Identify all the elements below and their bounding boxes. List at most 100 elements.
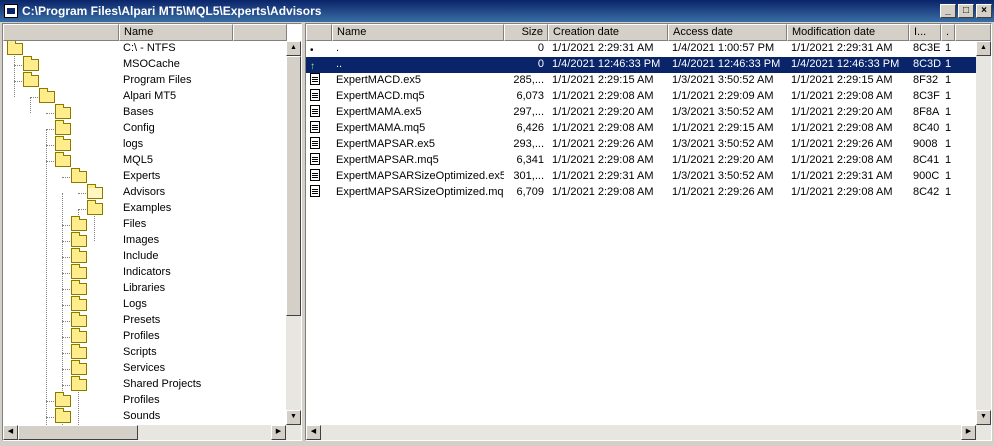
tree-header-blank[interactable] (3, 24, 119, 41)
title-bar[interactable]: C:\Program Files\Alpari MT5\MQL5\Experts… (0, 0, 994, 22)
files-scroll-right-icon[interactable]: ▶ (961, 425, 976, 440)
file-accessed: 1/4/2021 1:00:57 PM (672, 42, 775, 54)
folder-icon (71, 232, 87, 247)
file-row[interactable]: ExpertMAPSARSizeOptimized.ex5 301,... 1/1/… (306, 169, 976, 185)
col-creation-date[interactable]: Creation date (548, 24, 668, 41)
file-row[interactable]: ↑.. 0 1/4/2021 12:46:33 PM 1/4/2021 12:46:3… (306, 57, 976, 73)
tree-vertical-scrollbar[interactable]: ▲ ▼ (286, 41, 301, 425)
scroll-down-icon[interactable]: ▼ (286, 410, 301, 425)
tree-item[interactable]: Images (3, 232, 287, 249)
tree-item[interactable]: C:\ - NTFS (3, 41, 287, 57)
tree-branch-line (62, 369, 70, 370)
folder-icon (71, 328, 87, 343)
file-row[interactable]: ExpertMACD.mq5 6,073 1/1/2021 2:29:08 AM 1/… (306, 89, 976, 105)
file-size: 297,... (513, 106, 544, 118)
folder-icon (23, 56, 39, 71)
h-scroll-thumb[interactable] (18, 425, 138, 440)
tree-item[interactable]: Shared Projects (3, 376, 287, 393)
tree-branch-line (62, 289, 70, 290)
folder-icon (71, 344, 87, 359)
tree-header-extra[interactable] (233, 24, 287, 41)
tree-item[interactable]: Profiles (3, 328, 287, 345)
tree-item[interactable]: Libraries (3, 280, 287, 297)
col-size[interactable]: Size (504, 24, 548, 41)
tree-item[interactable]: Indicators (3, 264, 287, 281)
file-name: . (336, 42, 340, 54)
tree-branch-line (62, 337, 70, 338)
tree-header: Name (3, 24, 287, 41)
file-id: 8C3F (913, 90, 940, 102)
tree-item[interactable]: Sounds (3, 408, 287, 425)
tree-branch-line (62, 241, 70, 242)
tree-horizontal-scrollbar[interactable]: ◀ ▶ (3, 425, 301, 440)
tree-item[interactable]: MQL5 (3, 152, 287, 169)
folder-icon (55, 136, 71, 151)
files-horizontal-scrollbar[interactable]: ◀ ▶ (306, 425, 991, 440)
maximize-button[interactable]: □ (958, 4, 974, 18)
tree-item[interactable]: Advisors (3, 184, 287, 201)
minimize-button[interactable]: _ (940, 4, 956, 18)
tree-item[interactable]: Examples (3, 200, 287, 217)
tree-item[interactable]: Logs (3, 296, 287, 313)
tree-item[interactable]: Profiles (3, 392, 287, 409)
tree-item[interactable]: Files (3, 216, 287, 233)
tree-item[interactable]: MSOCache (3, 56, 287, 73)
scroll-thumb[interactable] (286, 56, 301, 316)
col-index[interactable]: I... (909, 24, 941, 41)
scroll-up-icon[interactable]: ▲ (286, 41, 301, 56)
file-row[interactable]: ExpertMAMA.mq5 6,426 1/1/2021 2:29:08 AM 1/… (306, 121, 976, 137)
tree-header-name[interactable]: Name (119, 24, 233, 41)
tree-item[interactable]: Services (3, 360, 287, 377)
tree-item-label: logs (123, 138, 144, 150)
file-row[interactable]: ExpertMAMA.ex5 297,... 1/1/2021 2:29:20 AM… (306, 105, 976, 121)
tree-item[interactable]: Bases (3, 104, 287, 121)
file-modified: 1/1/2021 2:29:08 AM (791, 90, 893, 102)
file-accessed: 1/4/2021 12:46:33 PM (672, 58, 781, 70)
tree-branch-line (78, 193, 86, 194)
col-icon[interactable] (306, 24, 332, 41)
close-button[interactable]: × (976, 4, 992, 18)
tree-item[interactable]: Presets (3, 312, 287, 329)
files-scroll-down-icon[interactable]: ▼ (976, 410, 991, 425)
tree-item-label: Indicators (123, 266, 171, 278)
files-vertical-scrollbar[interactable]: ▲ ▼ (976, 41, 991, 425)
col-flag[interactable]: . (941, 24, 955, 41)
tree-branch-line (46, 113, 54, 114)
tree-branch-line (78, 209, 86, 210)
file-flag: 1 (945, 122, 952, 134)
file-row[interactable]: ExpertMAPSAR.ex5 293,... 1/1/2021 2:29:26 … (306, 137, 976, 153)
file-name: ExpertMAPSARSizeOptimized.mq5 (336, 186, 504, 198)
col-modification-date[interactable]: Modification date (787, 24, 909, 41)
file-created: 1/1/2021 2:29:31 AM (552, 42, 654, 54)
tree-item[interactable]: Scripts (3, 344, 287, 361)
files-scroll-up-icon[interactable]: ▲ (976, 41, 991, 56)
file-created: 1/1/2021 2:29:08 AM (552, 122, 654, 134)
file-size: 6,073 (516, 90, 544, 102)
tree-item[interactable]: logs (3, 136, 287, 153)
tree-item[interactable]: Config (3, 120, 287, 137)
tree-item[interactable]: Include (3, 248, 287, 265)
file-icon-cell (306, 153, 332, 169)
tree-item-label: Bases (123, 106, 154, 118)
tree-item[interactable]: Program Files (3, 72, 287, 89)
scroll-right-icon[interactable]: ▶ (271, 425, 286, 440)
tree-item[interactable]: Alpari MT5 (3, 88, 287, 105)
folder-icon (71, 248, 87, 263)
file-row[interactable]: ExpertMACD.ex5 285,... 1/1/2021 2:29:15 AM… (306, 73, 976, 89)
file-row[interactable]: ExpertMAPSAR.mq5 6,341 1/1/2021 2:29:08 AM… (306, 153, 976, 169)
file-icon-cell (306, 185, 332, 201)
file-row[interactable]: •. 0 1/1/2021 2:29:31 AM 1/4/2021 1:00:57 P… (306, 41, 976, 57)
tree-branch-line (46, 129, 54, 130)
file-row[interactable]: ExpertMAPSARSizeOptimized.mq5 6,709 1/1/20… (306, 185, 976, 201)
tree-item[interactable]: Experts (3, 168, 287, 185)
file-created: 1/1/2021 2:29:26 AM (552, 138, 654, 150)
col-access-date[interactable]: Access date (668, 24, 787, 41)
file-size: 6,709 (516, 186, 544, 198)
col-name[interactable]: Name (332, 24, 504, 41)
file-id: 8C42 (913, 186, 940, 198)
scroll-left-icon[interactable]: ◀ (3, 425, 18, 440)
file-icon (310, 121, 320, 133)
tree-item-label: Examples (123, 202, 172, 214)
files-scroll-left-icon[interactable]: ◀ (306, 425, 321, 440)
tree-branch-line (62, 225, 70, 226)
